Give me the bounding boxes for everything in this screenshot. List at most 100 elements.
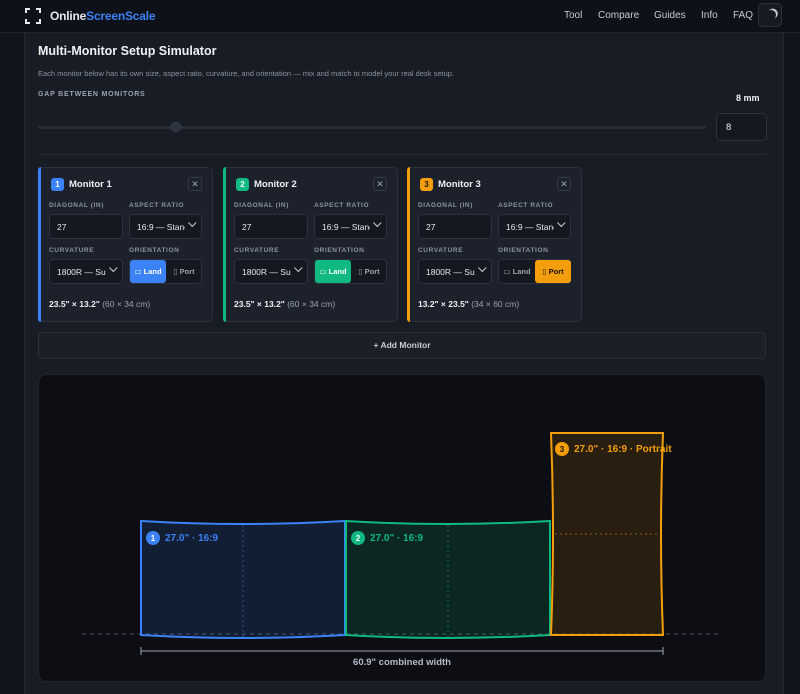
gap-number-input[interactable]: 8 [716, 113, 767, 141]
chevron-down-icon [294, 263, 303, 273]
chevron-down-icon [557, 218, 566, 228]
orientation-label: ORIENTATION [314, 247, 365, 254]
screen-frame-icon [25, 8, 41, 24]
orientation-portrait-button[interactable]: ▯ Port [351, 260, 387, 283]
curvature-label: CURVATURE [234, 247, 280, 254]
orientation-landscape-button[interactable]: ▭ Land [130, 260, 166, 283]
orientation-label: ORIENTATION [129, 247, 180, 254]
nav-link-faq[interactable]: FAQ [733, 10, 753, 21]
monitor-card-2: 2 Monitor 2 ✕ DIAGONAL (IN) ASPECT RATIO… [223, 167, 398, 322]
chevron-down-icon [188, 218, 197, 228]
nav-link-tool[interactable]: Tool [564, 10, 582, 21]
orientation-toggle: ▭ Land ▯ Port [498, 259, 571, 284]
monitor-preview-1[interactable]: 1 27.0" · 16:9 [140, 519, 346, 639]
aspect-ratio-value: 16:9 — Standard [506, 222, 554, 232]
aspect-ratio-value: 16:9 — Standard [322, 222, 370, 232]
gap-value-display: 8 mm [736, 93, 760, 103]
aspect-ratio-value: 16:9 — Standard [137, 222, 185, 232]
card-accent-bar [223, 167, 226, 322]
diagonal-input[interactable]: 27 [418, 214, 492, 239]
orientation-portrait-button[interactable]: ▯ Port [166, 260, 202, 283]
portrait-label: Port [548, 267, 564, 276]
aspect-ratio-label: ASPECT RATIO [498, 202, 554, 209]
orientation-landscape-button[interactable]: ▭ Land [315, 260, 351, 283]
gap-slider-track[interactable] [38, 126, 706, 129]
setup-preview-canvas: 1 27.0" · 16:9 2 27.0" · 16:9 3 27.0" · … [38, 374, 766, 682]
setup-preview-drawing: 1 27.0" · 16:9 2 27.0" · 16:9 3 27.0" · … [82, 432, 721, 668]
monitor-preview-3[interactable]: 3 27.0" · 16:9 · Portrait [549, 432, 672, 636]
monitor-3-preview-label: 27.0" · 16:9 · Portrait [574, 444, 672, 455]
close-icon: ✕ [560, 179, 568, 189]
diagonal-input[interactable]: 27 [49, 214, 123, 239]
top-navigation-bar: OnlineScreenScale Tool Compare Guides In… [0, 0, 800, 33]
portrait-label: Port [364, 267, 380, 276]
gap-label: GAP BETWEEN MONITORS [38, 91, 146, 98]
diagonal-label: DIAGONAL (IN) [234, 202, 289, 209]
chevron-down-icon [478, 263, 487, 273]
monitor-1-preview-label: 27.0" · 16:9 [165, 533, 219, 544]
diagonal-label: DIAGONAL (IN) [418, 202, 473, 209]
nav-link-info[interactable]: Info [701, 10, 718, 21]
curvature-value: 1800R — Subtle [242, 267, 291, 277]
monitor-2-preview-label: 27.0" · 16:9 [370, 533, 424, 544]
monitor-name: Monitor 3 [438, 179, 481, 190]
curvature-value: 1800R — Subtle [57, 267, 106, 277]
diagonal-label: DIAGONAL (IN) [49, 202, 104, 209]
portrait-label: Port [179, 267, 195, 276]
chevron-down-icon [109, 263, 118, 273]
aspect-ratio-label: ASPECT RATIO [129, 202, 185, 209]
curvature-select[interactable]: 1800R — Subtle [418, 259, 492, 284]
monitor-card-1: 1 Monitor 1 ✕ DIAGONAL (IN) ASPECT RATIO… [38, 167, 213, 322]
monitor-number-badge: 1 [51, 178, 64, 191]
monitor-name: Monitor 2 [254, 179, 297, 190]
monitor-number-badge: 2 [236, 178, 249, 191]
curvature-select[interactable]: 1800R — Subtle [49, 259, 123, 284]
remove-monitor-button[interactable]: ✕ [373, 177, 387, 191]
card-accent-bar [38, 167, 41, 322]
monitor-preview-2[interactable]: 2 27.0" · 16:9 [345, 519, 551, 639]
moon-icon [765, 9, 777, 21]
monitor-dimensions: 13.2" × 23.5" (34 × 60 cm) [418, 299, 520, 309]
close-icon: ✕ [191, 179, 199, 189]
curvature-value: 1800R — Subtle [426, 267, 475, 277]
gap-slider-handle[interactable] [171, 122, 181, 132]
nav-link-compare[interactable]: Compare [598, 10, 639, 21]
page-subtitle: Each monitor below has its own size, asp… [38, 69, 455, 78]
combined-width-label: 60.9" combined width [353, 657, 451, 668]
monitor-3-badge-number: 3 [560, 445, 565, 454]
remove-monitor-button[interactable]: ✕ [188, 177, 202, 191]
theme-toggle-button[interactable] [758, 3, 782, 27]
aspect-ratio-select[interactable]: 16:9 — Standard [314, 214, 387, 239]
chevron-down-icon [373, 218, 382, 228]
brand-logo[interactable]: OnlineScreenScale [25, 7, 156, 25]
page-title: Multi-Monitor Setup Simulator [38, 44, 217, 58]
add-monitor-button[interactable]: + Add Monitor [38, 332, 766, 359]
orientation-landscape-button[interactable]: ▭ Land [499, 260, 535, 283]
combined-width-dimension: 60.9" combined width [140, 647, 664, 668]
curvature-label: CURVATURE [49, 247, 95, 254]
monitor-number-badge: 3 [420, 178, 433, 191]
monitor-name: Monitor 1 [69, 179, 112, 190]
aspect-ratio-select[interactable]: 16:9 — Standard [498, 214, 571, 239]
orientation-label: ORIENTATION [498, 247, 549, 254]
monitor-card-3: 3 Monitor 3 ✕ DIAGONAL (IN) ASPECT RATIO… [407, 167, 582, 322]
curvature-label: CURVATURE [418, 247, 464, 254]
monitor-2-badge-number: 2 [356, 534, 361, 543]
aspect-ratio-select[interactable]: 16:9 — Standard [129, 214, 202, 239]
orientation-toggle: ▭ Land ▯ Port [129, 259, 202, 284]
remove-monitor-button[interactable]: ✕ [557, 177, 571, 191]
orientation-portrait-button[interactable]: ▯ Port [535, 260, 571, 283]
monitor-dimensions: 23.5" × 13.2" (60 × 34 cm) [49, 299, 151, 309]
close-icon: ✕ [376, 179, 384, 189]
aspect-ratio-label: ASPECT RATIO [314, 202, 370, 209]
curvature-select[interactable]: 1800R — Subtle [234, 259, 308, 284]
landscape-label: Land [143, 267, 162, 276]
landscape-label: Land [512, 267, 531, 276]
section-divider [38, 154, 766, 155]
brand-name: OnlineScreenScale [50, 9, 156, 23]
card-accent-bar [407, 167, 410, 322]
orientation-toggle: ▭ Land ▯ Port [314, 259, 387, 284]
diagonal-input[interactable]: 27 [234, 214, 308, 239]
nav-link-guides[interactable]: Guides [654, 10, 686, 21]
monitor-dimensions: 23.5" × 13.2" (60 × 34 cm) [234, 299, 336, 309]
